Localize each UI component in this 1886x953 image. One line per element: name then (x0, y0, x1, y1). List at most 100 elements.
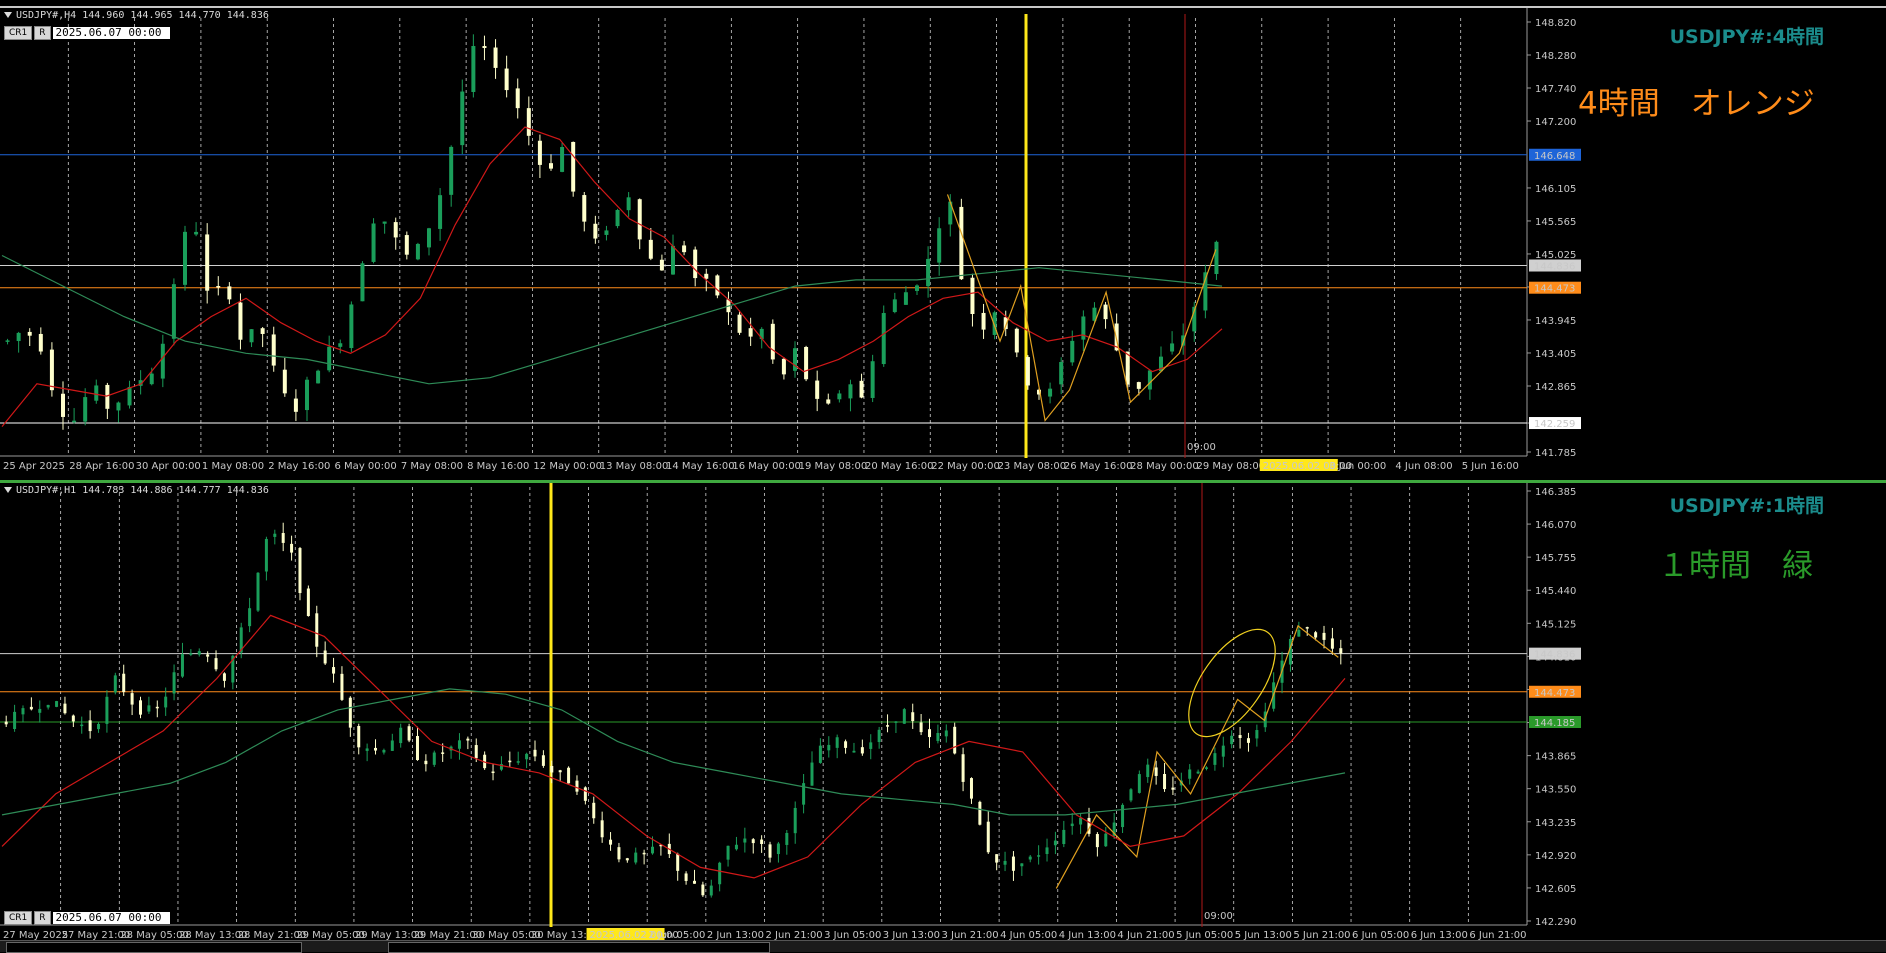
candle-body (260, 328, 265, 334)
y-tick-label: 147.740 (1535, 84, 1576, 95)
candle-body (71, 715, 75, 722)
candle-body (466, 738, 470, 741)
candle-body (1163, 774, 1167, 790)
candle-body (147, 705, 151, 712)
chart-tab[interactable] (6, 942, 302, 953)
candle-body (1103, 304, 1108, 320)
candle-body (1028, 856, 1032, 860)
price-label-text: 142.259 (1534, 419, 1575, 430)
candle-body (701, 884, 705, 896)
y-tick-label: 143.945 (1535, 316, 1576, 327)
dropdown-triangle-icon[interactable] (4, 487, 12, 493)
candle-body (937, 228, 942, 263)
ma-slow-line (1, 688, 1346, 816)
candle-body (1020, 863, 1024, 867)
candle-body (995, 854, 999, 863)
candle-body (46, 704, 50, 708)
y-tick-label: 147.200 (1535, 117, 1576, 128)
candle-body (704, 273, 709, 279)
candle-body (637, 199, 642, 240)
dropdown-triangle-icon[interactable] (4, 12, 12, 18)
candle-body (63, 703, 67, 714)
candle-body (348, 697, 352, 728)
candle-body (281, 533, 285, 543)
candle-body (390, 740, 394, 751)
h1-date-field[interactable]: 2025.06.07 00:00 (52, 912, 170, 924)
price-label-text: 144.836 (1534, 262, 1575, 273)
candle-body (892, 299, 897, 313)
y-tick-label: 148.280 (1535, 51, 1576, 62)
candle-body (371, 223, 376, 262)
y-tick-label: 145.125 (1535, 619, 1576, 630)
candle-body (515, 88, 520, 109)
chart-tab[interactable] (388, 942, 770, 953)
candle-body (360, 263, 365, 302)
candle-body (491, 771, 495, 774)
candle-body (382, 749, 386, 753)
x-tick-label: 7 May 08:00 (401, 461, 463, 472)
x-tick-label: 19 May 08:00 (799, 461, 868, 472)
h1-r-button[interactable]: R (34, 911, 51, 925)
candle-body (961, 754, 965, 782)
candle-body (978, 801, 982, 825)
h4-chart-panel[interactable]: 148.820 148.280 147.740 147.200 146.105 145.5… (0, 6, 1886, 475)
candle-body (340, 673, 344, 700)
candle-body (365, 748, 369, 751)
candle-body (1330, 638, 1334, 649)
candle-body (49, 349, 54, 391)
candle-body (615, 209, 620, 227)
candle-body (80, 724, 84, 727)
candle-body (760, 839, 764, 844)
h4-r-button[interactable]: R (34, 26, 51, 40)
candle-body (1147, 370, 1152, 390)
zigzag-line (1055, 624, 1339, 889)
candle-body (155, 706, 159, 709)
y-tick-label: 145.025 (1535, 250, 1576, 261)
candle-body (826, 399, 831, 404)
h1-chart-panel[interactable]: 146.385 146.070 145.755 145.440 145.125 144.8… (0, 480, 1886, 943)
candle-body (1053, 840, 1057, 846)
candle-body (349, 304, 354, 349)
candle-body (21, 708, 25, 715)
candle-body (815, 380, 820, 399)
x-tick-label: 2 May 16:00 (268, 461, 330, 472)
candle-body (138, 700, 142, 715)
y-tick-label: 142.290 (1535, 917, 1576, 928)
y-tick-label: 145.440 (1535, 586, 1576, 597)
x-tick-label: 29 May 08:00 (1196, 461, 1265, 472)
y-tick-label: 142.605 (1535, 884, 1576, 895)
candle-body (959, 206, 964, 280)
h4-chart-header: USDJPY#,H4 144.960 144.965 144.770 144.8… (4, 10, 269, 21)
candle-body (751, 839, 755, 844)
candle-body (1037, 855, 1041, 857)
candle-body (926, 258, 931, 287)
candle-body (915, 285, 919, 291)
candle-body (1045, 847, 1049, 855)
candle-body (870, 361, 875, 398)
candle-body (1121, 804, 1125, 828)
candle-body (709, 885, 713, 896)
candle-body (692, 880, 696, 884)
candle-body (600, 820, 604, 838)
chart-tab-strip (0, 940, 1886, 953)
h4-note-label: 4時間 オレンジ (1578, 86, 1815, 122)
price-label-text: 144.473 (1534, 688, 1575, 699)
candle-body (38, 333, 43, 352)
candle-body (5, 340, 10, 342)
candle-body (835, 737, 839, 748)
candle-body (1011, 856, 1015, 871)
candle-body (238, 302, 243, 340)
candle-body (94, 385, 99, 401)
h4-date-field[interactable]: 2025.06.07 00:00 (52, 27, 170, 39)
price-label-text: 146.648 (1534, 151, 1575, 162)
candle-body (474, 745, 478, 759)
h4-chart-title: USDJPY#:4時間 (1669, 26, 1824, 48)
candle-body (804, 346, 809, 380)
h1-cr1-button[interactable]: CR1 (4, 911, 33, 925)
x-tick-label: 16 May 00:00 (732, 461, 801, 472)
candle-body (1079, 817, 1083, 825)
candle-body (180, 654, 184, 677)
h4-cr1-button[interactable]: CR1 (4, 26, 33, 40)
candle-body (676, 853, 680, 871)
h1-chart-svg[interactable]: 146.385 146.070 145.755 145.440 145.125 144.8… (0, 483, 1886, 943)
